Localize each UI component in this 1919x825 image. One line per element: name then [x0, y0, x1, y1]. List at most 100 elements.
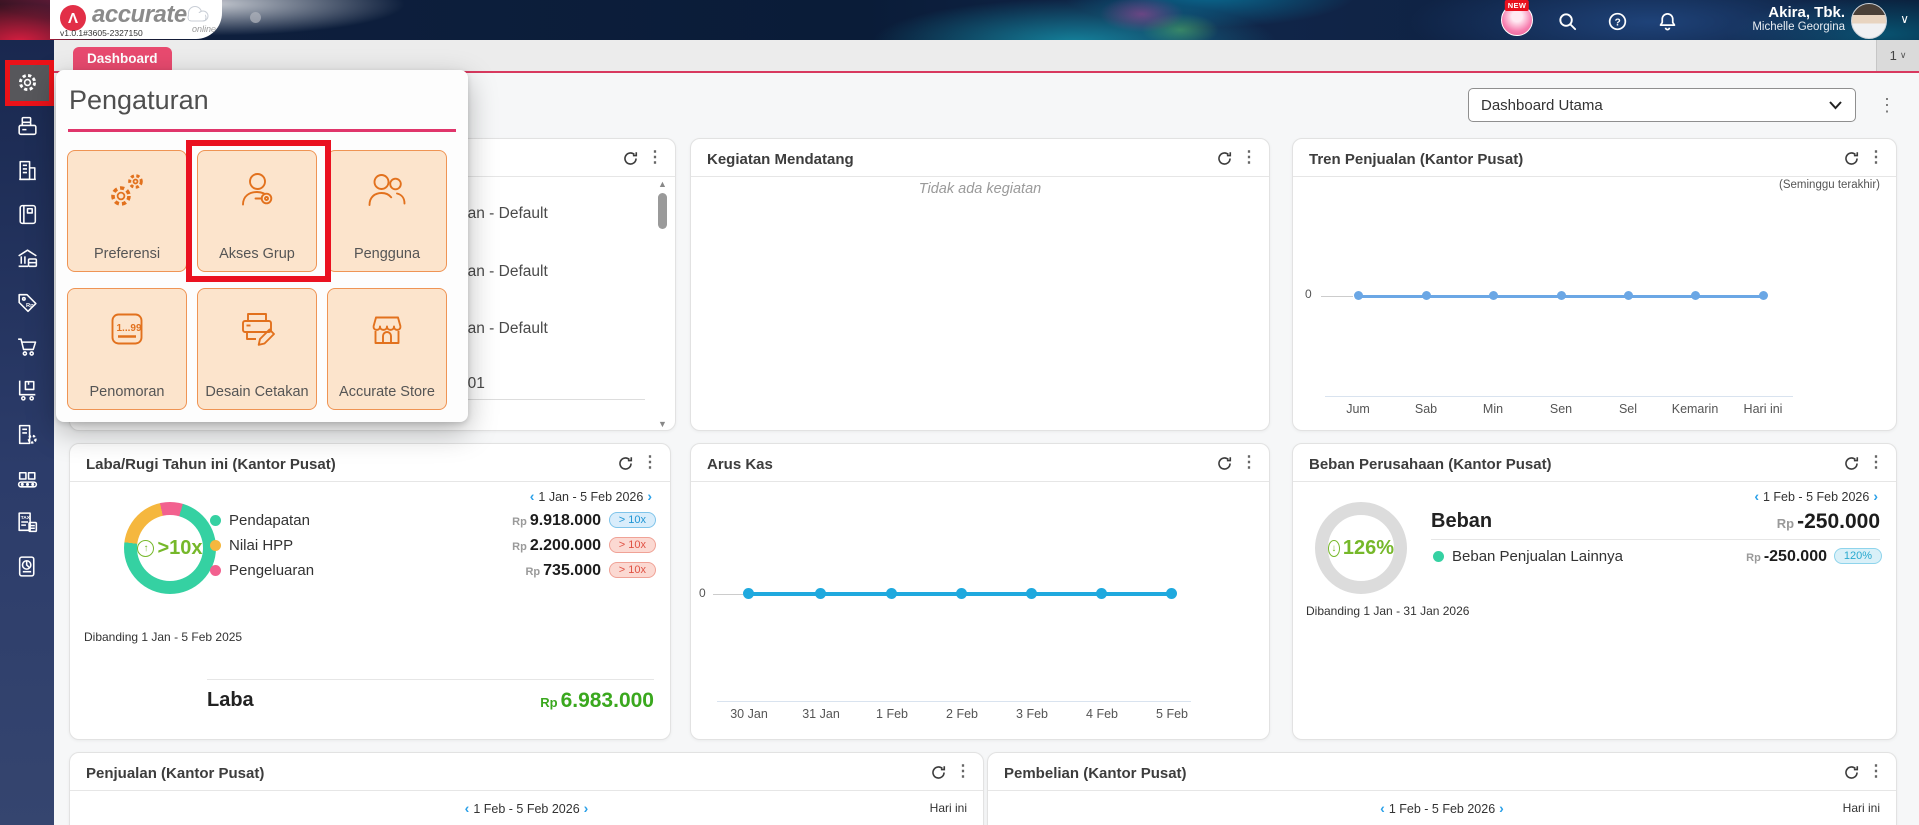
search-icon [1558, 12, 1576, 30]
help-button[interactable]: ? [1605, 9, 1629, 33]
list-item[interactable]: aan - Default [459, 263, 548, 281]
tile-accurate-store[interactable]: Accurate Store [327, 288, 447, 410]
x-tick-label: Jum [1346, 402, 1370, 416]
sidebar-item-manufacture[interactable] [0, 456, 54, 500]
currency-prefix: Rp [525, 566, 541, 578]
whats-new-button[interactable]: NEW [1501, 0, 1533, 36]
refresh-button[interactable] [1216, 455, 1233, 472]
logo-glyph: Λ [67, 9, 78, 27]
donut-center-value: >10x [157, 536, 203, 559]
chevron-down-icon[interactable]: ∨ [1900, 12, 1909, 26]
growth-badge: > 10x [608, 512, 656, 528]
date-range: 1 Feb - 5 Feb 2026 [1763, 490, 1870, 504]
avatar[interactable] [1851, 3, 1887, 39]
date-prev-icon[interactable]: ‹ [461, 800, 474, 816]
date-prev-icon[interactable]: ‹ [1376, 800, 1389, 816]
kebab-menu[interactable]: ⋮ [1241, 454, 1257, 472]
total-amount: 6.983.000 [560, 689, 654, 712]
sidebar-item-pricing[interactable]: Rp [0, 280, 54, 324]
sidebar-item-report[interactable] [0, 544, 54, 588]
divider [691, 481, 1269, 482]
scrollbar-thumb[interactable] [658, 193, 667, 229]
tile-akses-grup[interactable]: Akses Grup [197, 150, 317, 272]
user-menu[interactable]: Akira, Tbk. Michelle Georgina [1752, 4, 1845, 34]
tab-page-indicator[interactable]: 1 ∨ [1876, 40, 1919, 71]
date-next-icon[interactable]: › [643, 488, 656, 504]
kebab-menu[interactable]: ⋮ [1868, 149, 1884, 167]
tile-pengguna[interactable]: Pengguna [327, 150, 447, 272]
x-tick-label: 5 Feb [1156, 707, 1188, 721]
cart-icon [17, 337, 36, 356]
refresh-button[interactable] [1843, 455, 1860, 472]
sidebar-item-fixed-asset[interactable] [0, 412, 54, 456]
version-text: v1.0.1#3605-2327150 [60, 28, 143, 38]
refresh-button[interactable] [1216, 150, 1233, 167]
card-title: Beban Perusahaan (Kantor Pusat) [1309, 456, 1552, 473]
growth-badge: > 10x [608, 537, 656, 553]
kebab-menu[interactable]: ⋮ [955, 763, 971, 781]
x-tick-label: 31 Jan [802, 707, 840, 721]
donut-chart: ↑ >10x [124, 502, 216, 594]
sidebar: Rp TAX [0, 40, 54, 825]
kebab-menu[interactable]: ⋮ [647, 149, 663, 167]
gridline [1321, 296, 1353, 297]
kebab-menu[interactable]: ⋮ [1241, 149, 1257, 167]
refresh-button[interactable] [930, 764, 947, 781]
legend-label: Nilai HPP [229, 537, 294, 554]
sidebar-item-banking[interactable] [0, 236, 54, 280]
sidebar-item-settings[interactable] [0, 60, 54, 104]
currency-prefix: Rp [1746, 552, 1761, 564]
sidebar-item-ledger[interactable] [0, 192, 54, 236]
x-tick-label: Hari ini [1743, 402, 1783, 416]
gear-icon [18, 73, 36, 91]
sidebar-item-cash-register[interactable] [0, 104, 54, 148]
kebab-menu[interactable]: ⋮ [642, 454, 658, 472]
card-title: Arus Kas [707, 456, 773, 473]
topbar: Λ accurate online v1.0.1#3605-2327150 NE… [0, 0, 1919, 40]
refresh-button[interactable] [617, 455, 634, 472]
scroll-up-icon[interactable]: ▲ [656, 179, 669, 189]
divider [70, 790, 983, 791]
scroll-down-icon[interactable]: ▼ [656, 419, 669, 429]
tile-penomoran[interactable]: 1...99 Penomoran [67, 288, 187, 410]
date-range-nav: ‹ 1 Feb - 5 Feb 2026 › [70, 800, 983, 816]
date-next-icon[interactable]: › [1869, 488, 1882, 504]
tile-label: Pengguna [353, 246, 421, 262]
date-next-icon[interactable]: › [580, 800, 593, 816]
list-item[interactable]: aan - Default [459, 205, 548, 223]
date-next-icon[interactable]: › [1495, 800, 1508, 816]
sidebar-item-tax[interactable]: TAX [0, 500, 54, 544]
tile-preferensi[interactable]: Preferensi [67, 150, 187, 272]
tab-dashboard[interactable]: Dashboard [73, 47, 172, 71]
data-point [1166, 588, 1177, 599]
divider [1293, 176, 1896, 177]
date-prev-icon[interactable]: ‹ [1750, 488, 1763, 504]
refresh-button[interactable] [622, 150, 639, 167]
notifications-button[interactable] [1655, 9, 1679, 33]
dashboard-selector[interactable]: Dashboard Utama [1468, 88, 1856, 122]
tile-desain-cetakan[interactable]: Desain Cetakan [197, 288, 317, 410]
brand-logo: Λ accurate online v1.0.1#3605-2327150 [50, 0, 222, 39]
currency-prefix: Rp [540, 695, 558, 710]
sidebar-item-company[interactable] [0, 148, 54, 192]
legend-dot-icon [210, 515, 221, 526]
card-kegiatan-mendatang: Kegiatan Mendatang ⋮ Tidak ada kegiatan [690, 138, 1270, 431]
decorative-dot [250, 12, 261, 23]
refresh-button[interactable] [1843, 150, 1860, 167]
refresh-button[interactable] [1843, 764, 1860, 781]
sidebar-item-sales[interactable] [0, 324, 54, 368]
kebab-menu[interactable]: ⋮ [1868, 454, 1884, 472]
card-tren-penjualan: Tren Penjualan (Kantor Pusat) ⋮ (Semingg… [1292, 138, 1897, 431]
legend-label: Pendapatan [229, 512, 310, 529]
search-button[interactable] [1555, 9, 1579, 33]
date-prev-icon[interactable]: ‹ [526, 488, 539, 504]
dashboard-menu-kebab[interactable]: ⋮ [1878, 94, 1896, 116]
kebab-menu[interactable]: ⋮ [1868, 763, 1884, 781]
topbar-wave-decoration [212, 0, 432, 40]
cash-register-icon [17, 116, 37, 135]
refresh-icon [624, 151, 638, 165]
list-item[interactable]: aan - Default [459, 320, 548, 338]
scrollbar[interactable]: ▲ ▼ [656, 179, 669, 429]
refresh-icon [1218, 151, 1232, 165]
sidebar-item-purchase[interactable] [0, 368, 54, 412]
